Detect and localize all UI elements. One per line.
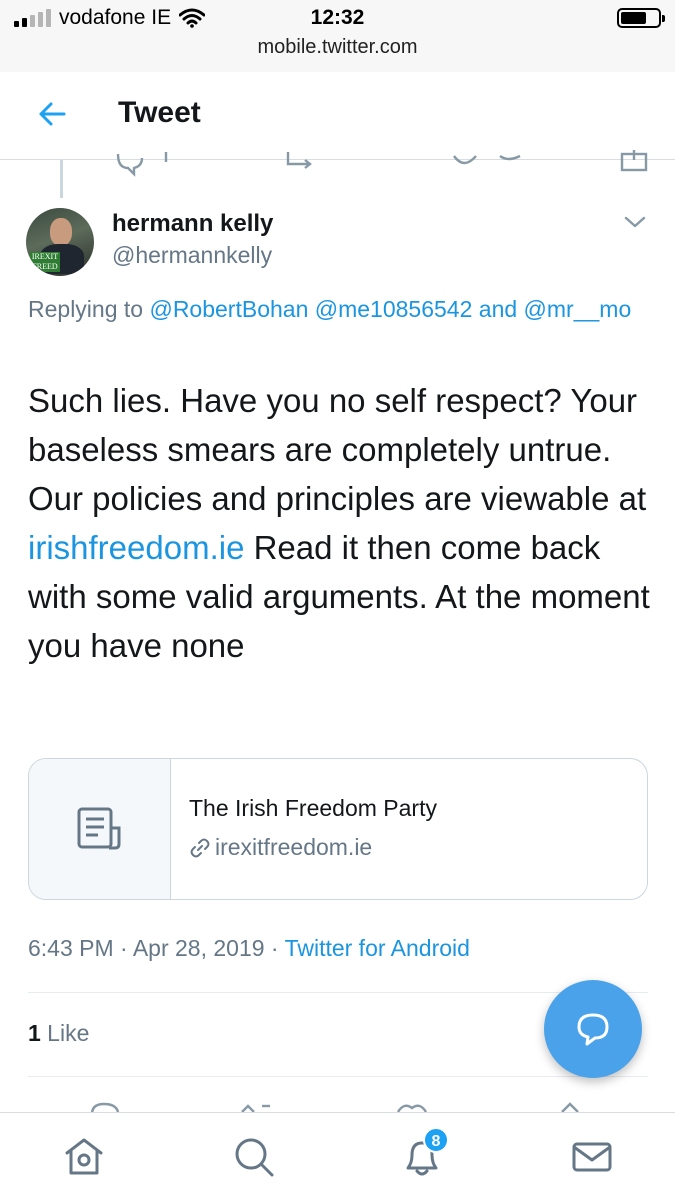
card-domain: irexitfreedom.ie [215, 834, 373, 860]
previous-tweet-actions [116, 150, 648, 177]
tweet-meta: 6:43 PM · Apr 28, 2019 · Twitter for And… [28, 935, 470, 962]
tweet-source-link[interactable]: Twitter for Android [285, 935, 470, 961]
card-domain-row: irexitfreedom.ie [189, 834, 437, 861]
thread-line [60, 160, 63, 198]
reply-fab-button[interactable] [544, 980, 642, 1078]
tweet-timestamp[interactable]: 6:43 PM · Apr 28, 2019 · [28, 935, 285, 961]
chevron-down-icon[interactable] [623, 212, 647, 232]
link-icon [190, 838, 210, 857]
card-title: The Irish Freedom Party [189, 795, 437, 821]
tweet-url-link[interactable]: irishfreedom.ie [28, 529, 244, 566]
tweet-text-part: Such lies. Have you no self respect? You… [28, 382, 647, 517]
like-label: Like [40, 1020, 90, 1046]
page-title: Tweet [118, 96, 201, 129]
mention-link[interactable]: @RobertBohan [149, 296, 308, 322]
mention-and[interactable]: and [479, 296, 517, 322]
link-card[interactable]: The Irish Freedom Party irexitfreedom.ie [28, 758, 648, 900]
battery-icon [617, 8, 665, 28]
avatar[interactable]: IREXIT FREED [26, 208, 94, 276]
replying-to: Replying to @RobertBohan @me10856542 and… [28, 292, 648, 326]
notification-badge: 8 [423, 1127, 449, 1153]
card-thumbnail [29, 759, 171, 899]
replying-prefix: Replying to [28, 296, 144, 322]
mention-link[interactable]: @me10856542 [315, 296, 473, 322]
reply-bubble-icon [577, 1013, 609, 1046]
like-number: 1 [28, 1020, 41, 1046]
likes-count[interactable]: 1 Like [28, 1020, 89, 1047]
divider [28, 1076, 648, 1077]
document-icon [77, 807, 120, 850]
display-name[interactable]: hermann kelly [112, 210, 273, 238]
clock: 12:32 [310, 6, 365, 29]
tweet-text: Such lies. Have you no self respect? You… [28, 376, 653, 670]
divider [28, 992, 648, 993]
messages-icon[interactable] [570, 1135, 614, 1179]
page-header: Tweet [0, 72, 675, 160]
back-arrow-icon[interactable] [34, 96, 70, 132]
status-bar: vodafone IE 12:32 mobile.twitter.com [0, 0, 675, 72]
search-icon[interactable] [232, 1135, 276, 1179]
user-handle[interactable]: @hermannkelly [112, 242, 272, 269]
mention-link[interactable]: @mr__mo [524, 296, 632, 322]
address-bar[interactable]: mobile.twitter.com [0, 36, 675, 59]
bottom-nav: 8 [0, 1112, 675, 1200]
home-icon[interactable] [62, 1135, 106, 1179]
avatar-banner: IREXIT FREED [30, 252, 60, 272]
